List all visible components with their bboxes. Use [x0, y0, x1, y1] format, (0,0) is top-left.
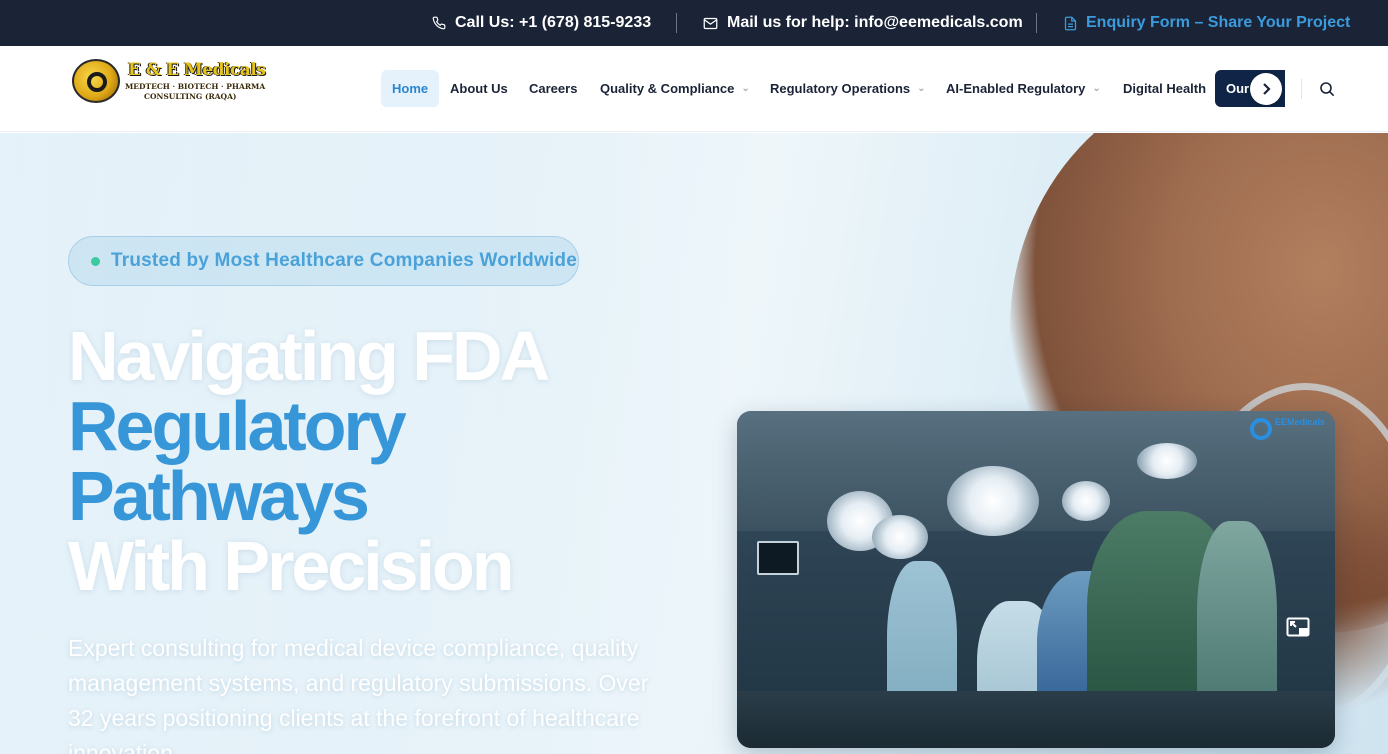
- trust-badge-label: Trusted by Most Healthcare Companies Wor…: [111, 250, 577, 271]
- header-divider: [1301, 79, 1302, 99]
- enquiry-form-label: Enquiry Form – Share Your Project: [1086, 14, 1351, 31]
- mail-us-label: Mail us for help: info@eemedicals.com: [727, 14, 1023, 31]
- logo-name: E & E Medicals: [128, 60, 266, 80]
- phone-icon: [432, 16, 446, 30]
- video-watermark: EEMedicals: [1275, 417, 1326, 427]
- hero-headline-line: Pathways: [68, 457, 370, 535]
- call-us-label: Call Us: +1 (678) 815-9233: [455, 14, 652, 31]
- hero-section: Trusted by Most Healthcare Companies Wor…: [0, 133, 1388, 754]
- search-button[interactable]: [1317, 79, 1337, 99]
- enquiry-form-link[interactable]: Enquiry Form – Share Your Project: [1064, 0, 1350, 46]
- surgical-light: [1137, 443, 1197, 479]
- trust-badge: Trusted by Most Healthcare Companies Wor…: [68, 236, 579, 286]
- nav-scroll-next-button[interactable]: [1250, 73, 1282, 105]
- nav-item-about-us[interactable]: About Us: [450, 70, 508, 107]
- surgical-light: [872, 515, 928, 559]
- nav-item-regulatory-operations[interactable]: Regulatory Operations ⌄: [770, 70, 926, 107]
- nav-cta-label: Our: [1226, 81, 1250, 96]
- topbar-divider: [676, 13, 677, 33]
- nav-item-careers[interactable]: Careers: [529, 70, 577, 107]
- chevron-down-icon: ⌄: [1092, 83, 1101, 94]
- mail-us-link[interactable]: Mail us for help: info@eemedicals.com: [703, 0, 1023, 46]
- video-monitor: [757, 541, 799, 575]
- logo-emblem-icon: [72, 59, 120, 103]
- chevron-down-icon: ⌄: [917, 83, 926, 94]
- nav-item-label: Home: [392, 81, 429, 96]
- topbar-divider: [1036, 13, 1037, 33]
- top-contact-bar: Call Us: +1 (678) 815-9233 Mail us for h…: [0, 0, 1388, 46]
- video-watermark-icon: [1250, 418, 1272, 440]
- nav-item-label: About Us: [450, 81, 508, 96]
- site-header: E & E Medicals MEDTECH · BIOTECH · PHARM…: [0, 46, 1388, 132]
- nav-item-ai-enabled-regulatory[interactable]: AI-Enabled Regulatory ⌄: [946, 70, 1101, 107]
- nav-item-label: Regulatory Operations: [770, 81, 911, 96]
- logo-tagline: MEDTECH · BIOTECH · PHARMA: [125, 82, 266, 91]
- nav-item-label: Digital Health: [1123, 81, 1207, 96]
- hero-description: Expert consulting for medical device com…: [68, 635, 649, 754]
- surgical-light: [1062, 481, 1110, 521]
- chevron-down-icon: ⌄: [741, 83, 750, 94]
- nav-item-label: Quality & Compliance: [600, 81, 735, 96]
- company-logo[interactable]: E & E Medicals MEDTECH · BIOTECH · PHARM…: [72, 58, 272, 104]
- document-icon: [1064, 16, 1077, 30]
- mail-icon: [703, 17, 718, 29]
- nav-item-label: AI-Enabled Regulatory: [946, 81, 1086, 96]
- video-scene: [737, 691, 1335, 748]
- status-dot-icon: [91, 256, 100, 266]
- hero-headline-line: Regulatory: [68, 387, 407, 465]
- hero-video-player[interactable]: EEMedicals: [737, 411, 1335, 748]
- nav-item-home[interactable]: Home: [381, 70, 440, 107]
- picture-in-picture-icon[interactable]: [1286, 617, 1310, 637]
- call-us-link[interactable]: Call Us: +1 (678) 815-9233: [432, 0, 651, 46]
- nav-item-label: Careers: [529, 81, 578, 96]
- logo-tagline: CONSULTING (RAQA): [144, 92, 237, 101]
- hero-headline-line: Navigating FDA: [68, 317, 550, 395]
- nav-item-quality-compliance[interactable]: Quality & Compliance ⌄: [600, 70, 750, 107]
- surgical-light: [947, 466, 1039, 536]
- chevron-right-icon: [1263, 83, 1271, 95]
- hero-headline-line: With Precision: [68, 527, 515, 605]
- search-icon: [1320, 82, 1335, 97]
- nav-item-digital-health[interactable]: Digital Health: [1123, 70, 1206, 107]
